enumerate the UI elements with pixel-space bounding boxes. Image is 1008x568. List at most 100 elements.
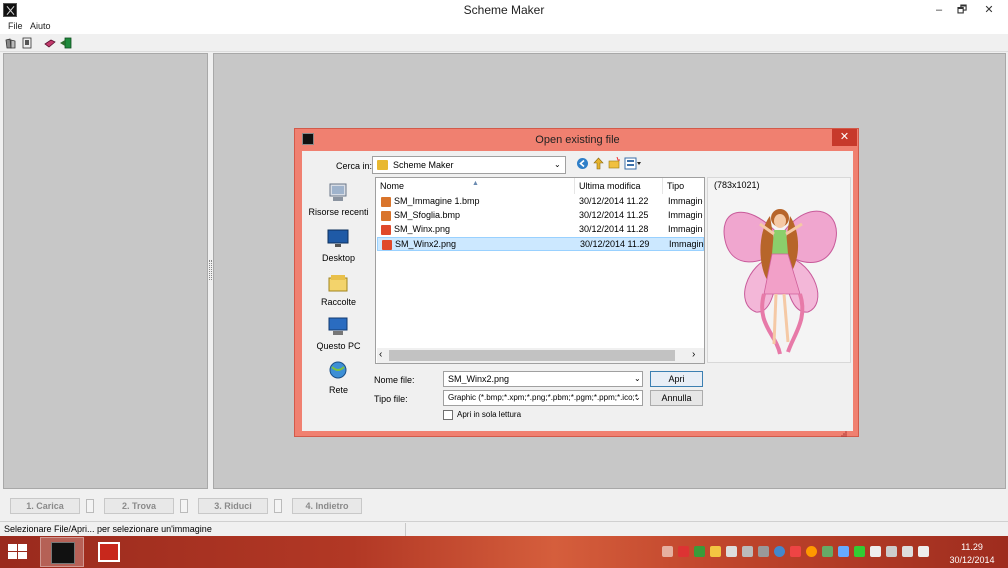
file-date: 30/12/2014 11.22 bbox=[579, 196, 649, 206]
step-riduci-button[interactable]: 3. Riduci bbox=[198, 498, 268, 514]
chevron-down-icon[interactable]: ⌄ bbox=[634, 393, 641, 402]
tray-volume-icon[interactable] bbox=[726, 546, 737, 557]
tray-power-icon[interactable] bbox=[886, 546, 897, 557]
open-file-dialog: Open existing file ✕ Cerca in: Scheme Ma… bbox=[294, 128, 859, 437]
preview-pane: (783x1021) bbox=[707, 177, 851, 363]
tray-chevron-icon[interactable] bbox=[662, 546, 673, 557]
new-folder-icon[interactable] bbox=[608, 157, 621, 170]
file-name-input[interactable] bbox=[443, 371, 643, 387]
file-type: Immagine bbox=[668, 196, 703, 206]
cancel-button[interactable]: Annulla bbox=[650, 390, 703, 406]
up-folder-icon[interactable] bbox=[592, 157, 605, 170]
view-menu-icon[interactable] bbox=[624, 157, 642, 170]
file-name: SM_Winx2.png bbox=[395, 239, 457, 249]
png-file-icon bbox=[381, 225, 391, 235]
clock-date[interactable]: 30/12/2014 bbox=[940, 555, 1004, 565]
tray-device-icon[interactable] bbox=[758, 546, 769, 557]
clock-time[interactable]: 11.29 bbox=[940, 542, 1004, 552]
file-date: 30/12/2014 11.28 bbox=[579, 224, 649, 234]
toolbar bbox=[0, 34, 1008, 82]
resize-grip-icon[interactable] bbox=[840, 431, 848, 437]
book-icon[interactable] bbox=[44, 37, 56, 49]
step-indietro-button[interactable]: 4. Indietro bbox=[292, 498, 362, 514]
tray-security-icon[interactable] bbox=[678, 546, 689, 557]
file-row[interactable]: SM_Immagine 1.bmp 30/12/2014 11.22 Immag… bbox=[377, 195, 704, 209]
scheme-maker-icon bbox=[51, 542, 75, 564]
chevron-down-icon: ⌄ bbox=[554, 160, 561, 169]
step-trova-button[interactable]: 2. Trova bbox=[104, 498, 174, 514]
scroll-thumb[interactable] bbox=[389, 350, 675, 361]
taskbar-scheme-maker-button[interactable] bbox=[40, 537, 84, 567]
step-bar: 1. Carica 2. Trova 3. Riduci 4. Indietro bbox=[0, 490, 1008, 520]
folder-icon bbox=[377, 160, 388, 170]
place-recent[interactable]: Risorse recenti bbox=[307, 179, 370, 223]
scroll-right-icon[interactable]: › bbox=[692, 349, 695, 360]
tray-display-icon[interactable] bbox=[902, 546, 913, 557]
step-carica-button[interactable]: 1. Carica bbox=[10, 498, 80, 514]
look-in-combo[interactable]: Scheme Maker ⌄ bbox=[372, 156, 566, 174]
scroll-left-icon[interactable]: ‹ bbox=[379, 349, 382, 360]
step-separator bbox=[180, 499, 188, 513]
horizontal-scrollbar[interactable]: ‹ › bbox=[377, 348, 704, 363]
new-icon[interactable] bbox=[21, 37, 33, 49]
place-network[interactable]: Rete bbox=[307, 357, 370, 397]
column-header-name[interactable]: Nome ▲ bbox=[376, 178, 575, 194]
tray-antivirus-icon[interactable] bbox=[694, 546, 705, 557]
taskbar: 11.29 30/12/2014 bbox=[0, 536, 1008, 568]
status-text: Selezionare File/Apri... per selezionare… bbox=[4, 524, 212, 534]
menu-aiuto[interactable]: Aiuto bbox=[30, 21, 51, 31]
look-in-label: Cerca in: bbox=[336, 161, 373, 171]
bmp-file-icon bbox=[381, 211, 391, 221]
computer-icon bbox=[328, 317, 348, 335]
taskbar-app-button[interactable] bbox=[88, 537, 132, 567]
dialog-body: Cerca in: Scheme Maker ⌄ Risorse recenti bbox=[302, 151, 853, 431]
file-name: SM_Sfoglia.bmp bbox=[394, 210, 461, 220]
splitter-handle[interactable] bbox=[209, 260, 212, 280]
open-button[interactable]: Apri bbox=[650, 371, 703, 387]
tray-keyboard-icon[interactable] bbox=[742, 546, 753, 557]
minimize-button[interactable]: – bbox=[928, 2, 950, 18]
read-only-checkbox[interactable] bbox=[443, 410, 453, 420]
look-in-value: Scheme Maker bbox=[393, 160, 454, 170]
restore-button[interactable]: 🗗 bbox=[951, 2, 973, 18]
place-libraries[interactable]: Raccolte bbox=[307, 269, 370, 309]
close-button[interactable]: ✕ bbox=[978, 2, 1000, 18]
file-type-select[interactable]: Graphic (*.bmp;*.xpm;*.png;*.pbm;*.pgm;*… bbox=[443, 390, 643, 406]
place-desktop[interactable]: Desktop bbox=[307, 225, 370, 265]
tray-chrome-icon[interactable] bbox=[774, 546, 785, 557]
file-name: SM_Immagine 1.bmp bbox=[394, 196, 480, 206]
file-type: Immagine bbox=[668, 224, 703, 234]
file-row[interactable]: SM_Sfoglia.bmp 30/12/2014 11.25 Immagine bbox=[377, 209, 704, 223]
file-list[interactable]: Nome ▲ Ultima modifica Tipo SM_Immagine … bbox=[375, 177, 705, 364]
chevron-down-icon[interactable]: ⌄ bbox=[634, 374, 641, 383]
menu-bar: File Aiuto bbox=[0, 20, 1008, 34]
column-header-modified[interactable]: Ultima modifica bbox=[575, 178, 663, 194]
place-network-label: Rete bbox=[328, 385, 348, 395]
left-panel bbox=[3, 53, 208, 489]
menu-file[interactable]: File bbox=[8, 21, 23, 31]
tray-nvidia-icon[interactable] bbox=[822, 546, 833, 557]
tray-check-icon[interactable] bbox=[854, 546, 865, 557]
place-this-pc-label: Questo PC bbox=[316, 341, 361, 351]
file-row[interactable]: SM_Winx.png 30/12/2014 11.28 Immagine bbox=[377, 223, 704, 237]
status-divider bbox=[405, 523, 406, 536]
tray-network-status-icon[interactable] bbox=[838, 546, 849, 557]
network-globe-icon bbox=[329, 361, 347, 379]
read-only-label: Apri in sola lettura bbox=[457, 410, 522, 419]
tray-update-icon[interactable] bbox=[806, 546, 817, 557]
place-recent-label: Risorse recenti bbox=[308, 207, 369, 217]
place-this-pc[interactable]: Questo PC bbox=[307, 313, 370, 353]
dialog-close-button[interactable]: ✕ bbox=[832, 129, 857, 146]
export-icon[interactable] bbox=[60, 37, 72, 49]
file-name: SM_Winx.png bbox=[394, 224, 451, 234]
tray-app-icon[interactable] bbox=[790, 546, 801, 557]
tray-mail-icon[interactable] bbox=[710, 546, 721, 557]
windows-start-icon[interactable] bbox=[8, 544, 28, 560]
column-header-type[interactable]: Tipo bbox=[663, 178, 704, 194]
open-icon[interactable] bbox=[5, 37, 17, 49]
file-row-selected[interactable]: SM_Winx2.png 30/12/2014 11.29 Immagine bbox=[377, 237, 704, 251]
tray-signal-icon[interactable] bbox=[918, 546, 929, 557]
dialog-title: Open existing file bbox=[535, 134, 620, 146]
back-icon[interactable] bbox=[576, 157, 589, 170]
tray-flag-icon[interactable] bbox=[870, 546, 881, 557]
